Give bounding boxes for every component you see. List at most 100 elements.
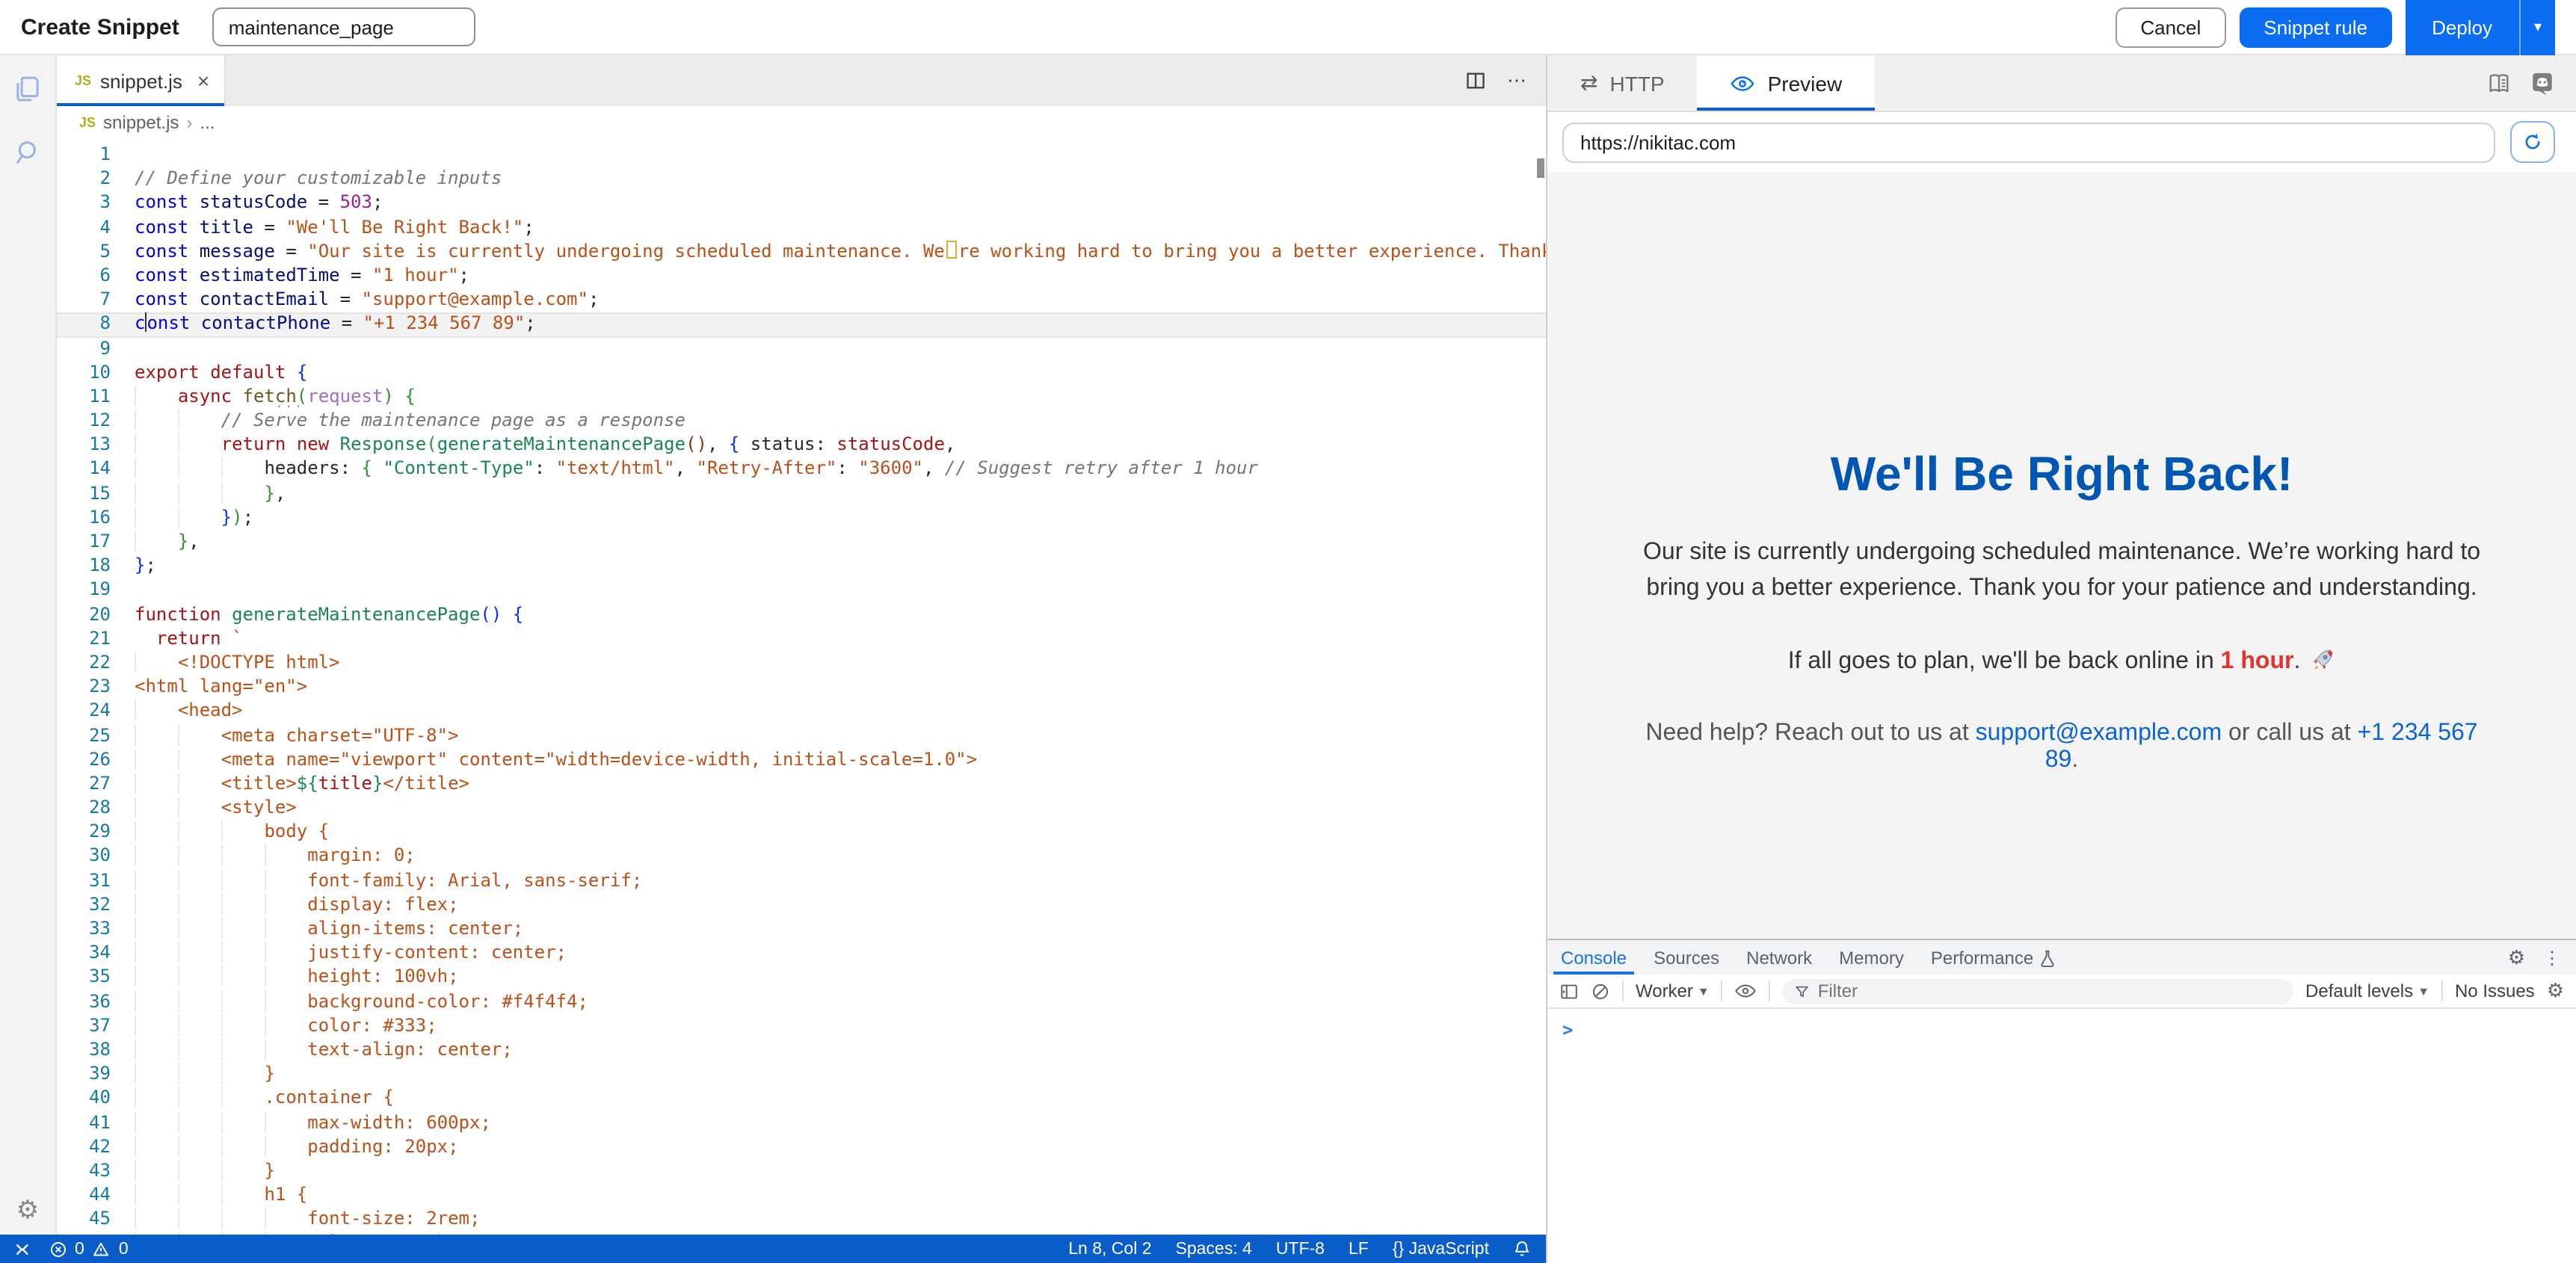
- code-line[interactable]: 13 return new Response(generateMaintenan…: [57, 434, 1546, 458]
- code-line[interactable]: 6const estimatedTime = "1 hour";: [57, 265, 1546, 288]
- live-expression-eye-icon[interactable]: [1735, 982, 1757, 1000]
- indentation[interactable]: Spaces: 4: [1176, 1240, 1252, 1258]
- log-levels-select[interactable]: Default levels▼: [2305, 981, 2429, 1001]
- code-line[interactable]: 37 color: #333;: [57, 1015, 1546, 1039]
- cancel-button[interactable]: Cancel: [2115, 7, 2226, 47]
- remote-indicator[interactable]: [12, 1240, 31, 1258]
- devtools-menu-icon[interactable]: ⋮: [2543, 947, 2561, 968]
- code-line[interactable]: 17 },: [57, 531, 1546, 555]
- code-line[interactable]: 43 }: [57, 1160, 1546, 1184]
- search-icon[interactable]: [13, 138, 43, 167]
- code-line[interactable]: 45 font-size: 2rem;: [57, 1208, 1546, 1232]
- code-line[interactable]: 22 <!DOCTYPE html>: [57, 652, 1546, 676]
- code-line[interactable]: 19: [57, 579, 1546, 603]
- clear-console-icon[interactable]: [1591, 981, 1610, 1001]
- code-line[interactable]: 41 max-width: 600px;: [57, 1111, 1546, 1135]
- encoding[interactable]: UTF-8: [1276, 1240, 1325, 1258]
- eol-sequence[interactable]: LF: [1349, 1240, 1369, 1258]
- code-line[interactable]: 9: [57, 337, 1546, 361]
- files-icon[interactable]: [12, 73, 43, 105]
- line-number: 38: [57, 1039, 111, 1063]
- code-line[interactable]: 35 height: 100vh;: [57, 966, 1546, 990]
- settings-gear-icon[interactable]: ⚙: [16, 1196, 40, 1226]
- code-line[interactable]: 42 padding: 20px;: [57, 1135, 1546, 1159]
- devtools-settings-icon[interactable]: ⚙: [2508, 945, 2525, 969]
- code-line[interactable]: 39 }: [57, 1063, 1546, 1087]
- code-line[interactable]: 3const statusCode = 503;: [57, 192, 1546, 216]
- refresh-button[interactable]: [2510, 121, 2555, 163]
- console-filter-input[interactable]: [1818, 981, 2281, 1001]
- code-line[interactable]: 30 margin: 0;: [57, 845, 1546, 869]
- line-number: 45: [57, 1208, 111, 1232]
- code-line[interactable]: 32 display: flex;: [57, 894, 1546, 918]
- tab-snippet-js[interactable]: JS snippet.js ×: [57, 55, 226, 106]
- problems-indicator[interactable]: 0 0: [49, 1240, 129, 1258]
- language-mode[interactable]: {} JavaScript: [1393, 1240, 1489, 1258]
- split-editor-icon[interactable]: [1465, 70, 1486, 91]
- code-line[interactable]: 14 headers: { "Content-Type": "text/html…: [57, 458, 1546, 482]
- snippet-name-input[interactable]: [212, 7, 475, 46]
- eye-icon: [1731, 72, 1756, 93]
- close-tab-icon[interactable]: ×: [197, 69, 209, 93]
- tab-memory[interactable]: Memory: [1825, 940, 1917, 975]
- support-email-link[interactable]: support@example.com: [1976, 720, 2222, 745]
- tab-performance[interactable]: Performance: [1917, 940, 2069, 975]
- code-line[interactable]: 29 body {: [57, 821, 1546, 845]
- refresh-icon: [2522, 132, 2543, 152]
- tab-network[interactable]: Network: [1733, 940, 1825, 975]
- code-line[interactable]: 8const contactPhone = "+1 234 567 89";: [57, 313, 1546, 337]
- code-line[interactable]: 21 return `: [57, 628, 1546, 652]
- status-bar: 0 0 Ln 8, Col 2 Spaces: 4 UTF-8 LF {} Ja…: [0, 1235, 1546, 1263]
- discord-icon[interactable]: [2530, 71, 2555, 95]
- code-line[interactable]: 16 });: [57, 507, 1546, 531]
- code-line[interactable]: 31 font-family: Arial, sans-serif;: [57, 869, 1546, 893]
- code-line[interactable]: 2// Define your customizable inputs: [57, 167, 1546, 191]
- code-line[interactable]: 28 <style>: [57, 797, 1546, 821]
- line-number: 18: [57, 555, 111, 578]
- code-line[interactable]: 1: [57, 143, 1546, 167]
- code-line[interactable]: 44 h1 {: [57, 1184, 1546, 1208]
- editor-scrollbar-thumb[interactable]: [1537, 158, 1544, 178]
- issues-counter[interactable]: No Issues: [2455, 981, 2535, 1001]
- console-settings-icon[interactable]: ⚙: [2547, 979, 2564, 1003]
- cursor-position[interactable]: Ln 8, Col 2: [1068, 1240, 1151, 1258]
- line-number: 28: [57, 797, 111, 821]
- tab-sources[interactable]: Sources: [1640, 940, 1733, 975]
- line-number: 34: [57, 942, 111, 966]
- code-line[interactable]: 33 align-items: center;: [57, 918, 1546, 942]
- code-line[interactable]: 23<html lang="en">: [57, 676, 1546, 700]
- line-number: 24: [57, 700, 111, 724]
- code-line[interactable]: 38 text-align: center;: [57, 1039, 1546, 1063]
- code-line[interactable]: 4const title = "We'll Be Right Back!";: [57, 216, 1546, 240]
- code-line[interactable]: 18};: [57, 555, 1546, 578]
- code-line[interactable]: 5const message = "Our site is currently …: [57, 241, 1546, 265]
- editor-more-actions-icon[interactable]: ⋯: [1507, 69, 1528, 93]
- console-sidebar-icon[interactable]: [1559, 981, 1579, 1001]
- code-line[interactable]: 26 <meta name="viewport" content="width=…: [57, 748, 1546, 772]
- code-line[interactable]: 24 <head>: [57, 700, 1546, 724]
- tab-console[interactable]: Console: [1547, 940, 1640, 975]
- code-line[interactable]: 25 <meta charset="UTF-8">: [57, 724, 1546, 748]
- code-line[interactable]: 27 <title>${title}</title>: [57, 773, 1546, 797]
- breadcrumb[interactable]: JS snippet.js › ...: [57, 106, 1546, 138]
- code-line[interactable]: 34 justify-content: center;: [57, 942, 1546, 966]
- code-line[interactable]: 40 .container {: [57, 1087, 1546, 1111]
- unusual-character-box: [946, 241, 957, 259]
- code-line[interactable]: 36 background-color: #f4f4f4;: [57, 990, 1546, 1014]
- console-context-select[interactable]: Worker▼: [1636, 981, 1710, 1001]
- code-line[interactable]: 46 color: #0056b3;: [57, 1232, 1546, 1235]
- snippet-rule-button[interactable]: Snippet rule: [2240, 7, 2391, 47]
- console-output[interactable]: >: [1547, 1009, 2576, 1263]
- tab-preview[interactable]: Preview: [1698, 55, 1876, 111]
- console-filter[interactable]: [1783, 978, 2293, 1004]
- notifications-bell-icon[interactable]: [1513, 1239, 1531, 1259]
- line-number: 11: [57, 386, 111, 410]
- code-line[interactable]: 15 },: [57, 482, 1546, 506]
- code-line[interactable]: 10export default {: [57, 361, 1546, 385]
- docs-book-icon[interactable]: [2486, 71, 2512, 95]
- code-line[interactable]: 20function generateMaintenancePage() {: [57, 603, 1546, 627]
- preview-url-input[interactable]: [1562, 122, 2495, 162]
- code-line[interactable]: 7const contactEmail = "support@example.c…: [57, 288, 1546, 312]
- tab-http[interactable]: ⇄ HTTP: [1547, 55, 1698, 111]
- code-editor[interactable]: ··· 12// Define your customizable inputs…: [57, 138, 1546, 1235]
